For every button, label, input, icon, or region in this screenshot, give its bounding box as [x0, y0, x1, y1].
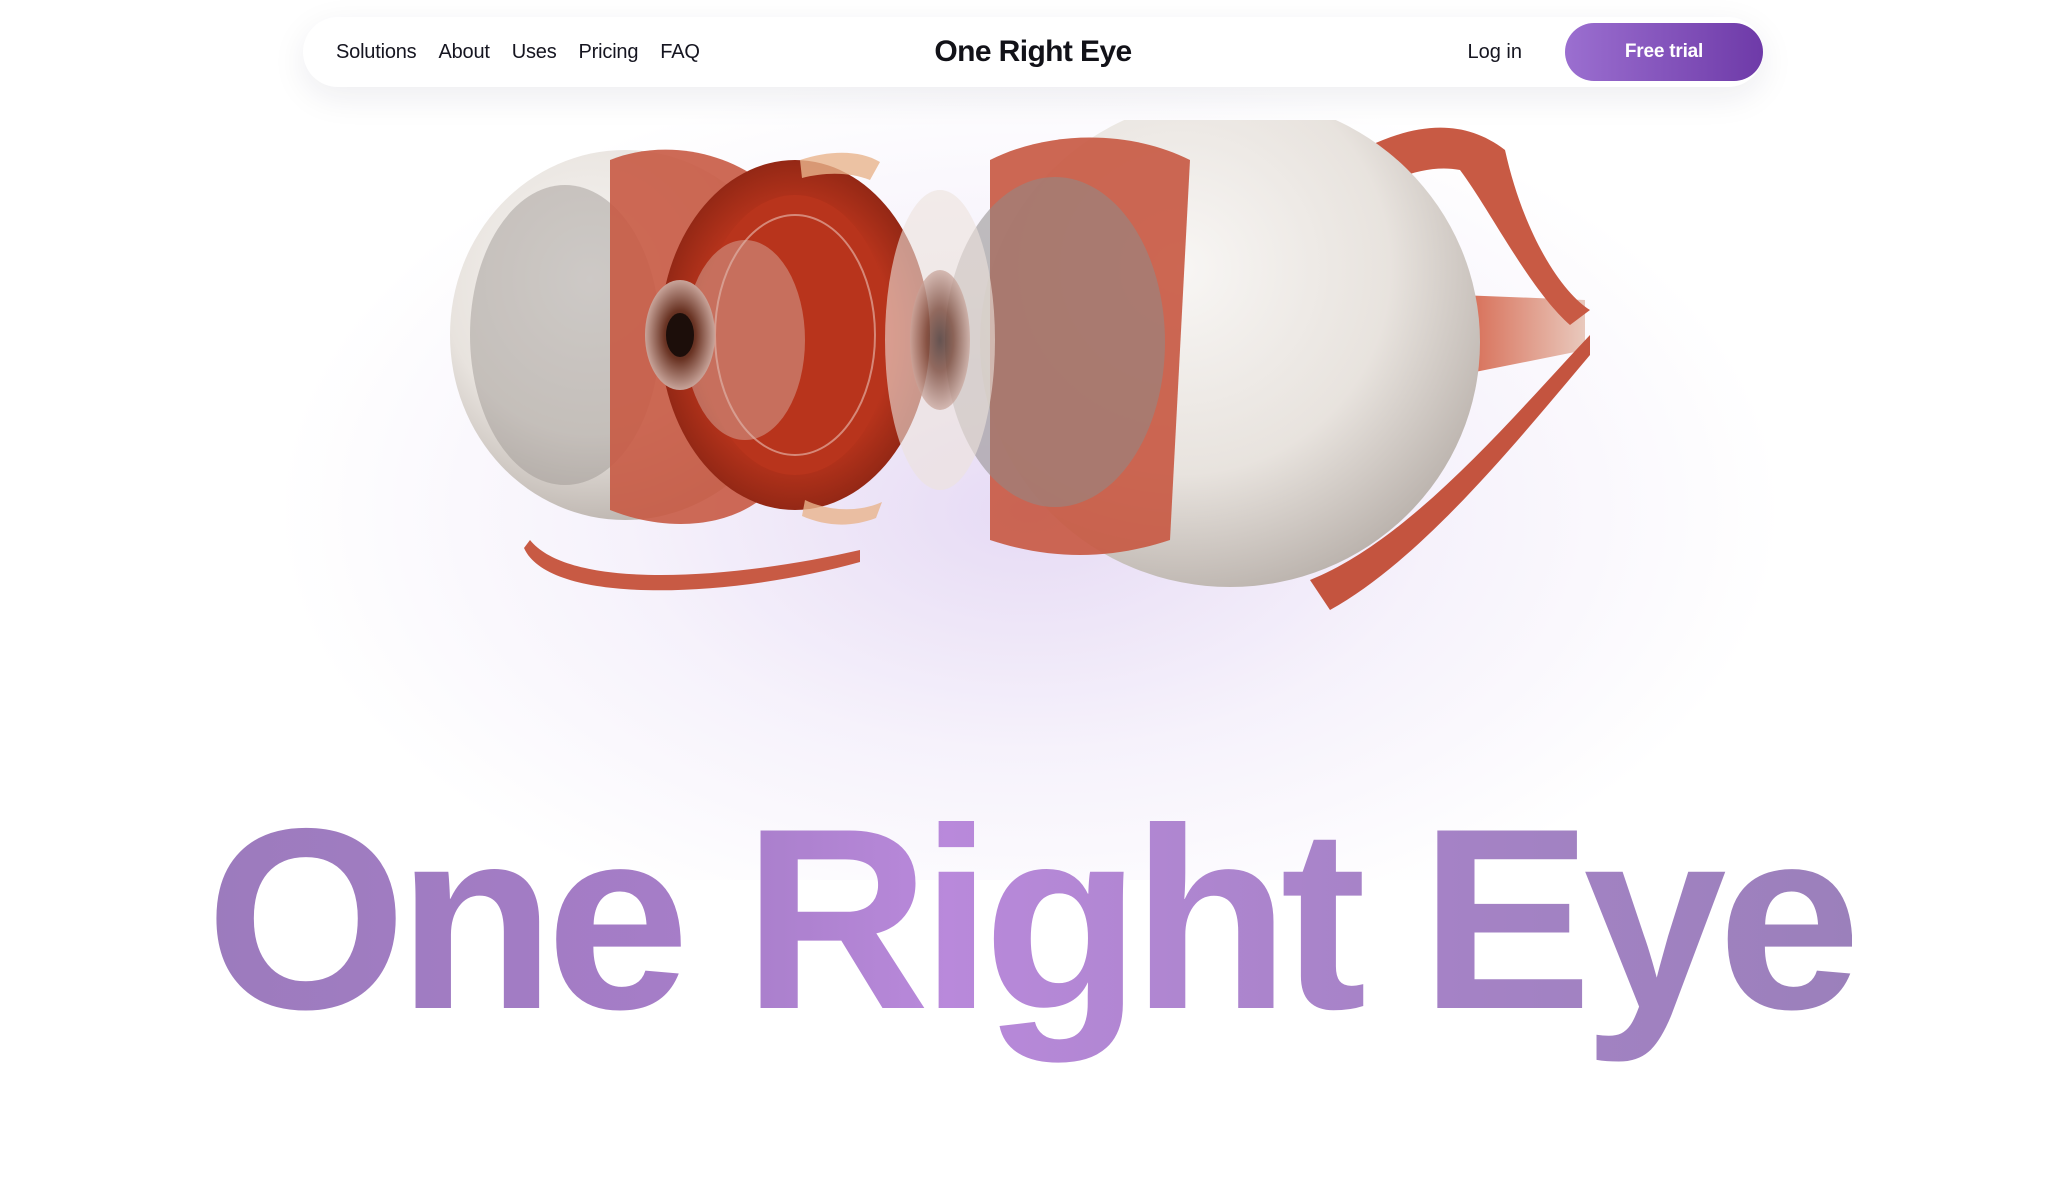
hero-title: One Right Eye [0, 790, 2058, 1048]
nav-link-solutions[interactable]: Solutions [336, 41, 417, 64]
nav-link-faq[interactable]: FAQ [660, 41, 700, 64]
eye-anatomy-illustration [450, 120, 1590, 610]
pupil [666, 313, 694, 357]
login-link[interactable]: Log in [1468, 17, 1523, 87]
nav-link-uses[interactable]: Uses [512, 41, 557, 64]
top-navbar: Solutions About Uses Pricing FAQ One Rig… [303, 17, 1763, 87]
nav-link-about[interactable]: About [438, 41, 489, 64]
inner-iris [910, 270, 970, 410]
nav-link-pricing[interactable]: Pricing [579, 41, 639, 64]
nav-links: Solutions About Uses Pricing FAQ [336, 17, 700, 87]
bottom-tendon [524, 540, 860, 591]
hero-title-text: One Right Eye [205, 774, 1861, 1063]
free-trial-button[interactable]: Free trial [1565, 23, 1763, 81]
